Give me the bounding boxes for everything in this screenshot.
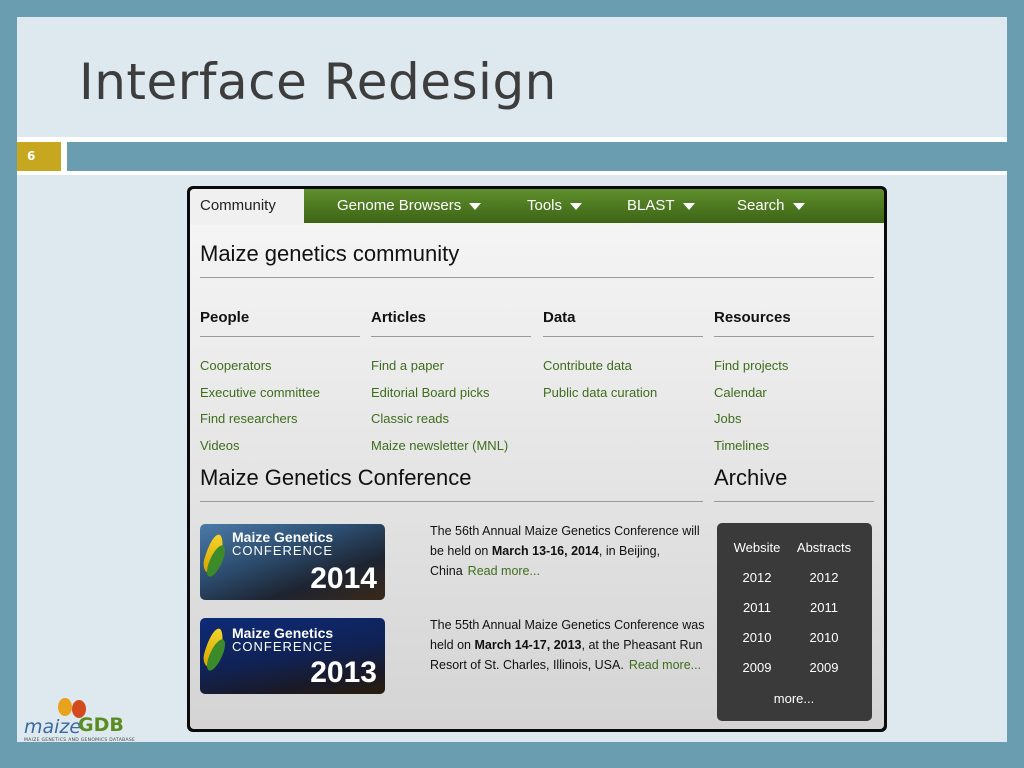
archive-col-website: Website xyxy=(733,540,781,555)
tab-label: BLAST xyxy=(627,197,675,214)
banner-year: 2013 xyxy=(310,656,377,689)
link-contribute-data[interactable]: Contribute data xyxy=(543,358,632,373)
column-title-people: People xyxy=(200,309,250,326)
tab-label: Search xyxy=(737,197,785,214)
heading-rule xyxy=(200,277,874,278)
header-band xyxy=(17,142,1007,171)
banner-brand-sub: CONFERENCE xyxy=(232,639,334,654)
archive-abstracts-2011[interactable]: 2011 xyxy=(789,600,859,615)
link-calendar[interactable]: Calendar xyxy=(714,385,767,400)
link-maize-newsletter[interactable]: Maize newsletter (MNL) xyxy=(371,438,508,453)
column-title-articles: Articles xyxy=(371,309,427,326)
slide-number-gap xyxy=(61,142,67,171)
conference-2014-text: The 56th Annual Maize Genetics Conferenc… xyxy=(430,521,705,581)
archive-website-2011[interactable]: 2011 xyxy=(722,600,792,615)
conference-rule xyxy=(200,501,703,502)
column-rule xyxy=(371,336,531,337)
link-videos[interactable]: Videos xyxy=(200,438,240,453)
blurb-dates: March 13-16, 2014 xyxy=(491,544,599,558)
tab-tools[interactable]: Tools xyxy=(527,189,583,223)
column-title-data: Data xyxy=(543,309,576,326)
screenshot-frame: Community Genome Browsers Tools BLAST Se… xyxy=(187,186,887,732)
link-find-projects[interactable]: Find projects xyxy=(714,358,788,373)
column-rule xyxy=(543,336,703,337)
archive-website-2012[interactable]: 2012 xyxy=(722,570,792,585)
tab-blast[interactable]: BLAST xyxy=(627,189,695,223)
link-public-data-curation[interactable]: Public data curation xyxy=(543,385,657,400)
logo-subtitle: MAIZE GENETICS AND GENOMICS DATABASE xyxy=(24,738,136,743)
logo-part1: maize xyxy=(24,716,82,738)
archive-box: Website Abstracts 2012 2012 2011 2011 20… xyxy=(717,523,872,721)
conference-heading: Maize Genetics Conference xyxy=(200,465,472,490)
archive-website-2010[interactable]: 2010 xyxy=(722,630,792,645)
link-cooperators[interactable]: Cooperators xyxy=(200,358,272,373)
banner-brand: Maize Genetics xyxy=(232,625,334,641)
top-nav: Community Genome Browsers Tools BLAST Se… xyxy=(190,189,884,225)
tab-label: Genome Browsers xyxy=(337,197,462,214)
link-editorial-board-picks[interactable]: Editorial Board picks xyxy=(371,385,490,400)
link-find-researchers[interactable]: Find researchers xyxy=(200,411,298,426)
conference-2013-banner[interactable]: Maize Genetics CONFERENCE 2013 xyxy=(200,618,385,694)
caret-down-icon xyxy=(570,202,583,210)
banner-brand: Maize Genetics xyxy=(232,529,334,545)
divider-bottom xyxy=(17,171,1007,175)
archive-abstracts-2012[interactable]: 2012 xyxy=(789,570,859,585)
link-executive-committee[interactable]: Executive committee xyxy=(200,385,320,400)
archive-more-link[interactable]: more... xyxy=(759,691,829,706)
banner-year: 2014 xyxy=(310,562,377,595)
column-title-resources: Resources xyxy=(714,309,791,326)
conference-2014-banner[interactable]: Maize Genetics CONFERENCE 2014 xyxy=(200,524,385,600)
link-classic-reads[interactable]: Classic reads xyxy=(371,411,449,426)
tab-genome-browsers[interactable]: Genome Browsers xyxy=(337,189,482,223)
archive-rule xyxy=(714,501,874,502)
maizegdb-community-page: Community Genome Browsers Tools BLAST Se… xyxy=(190,189,884,729)
slide-title: Interface Redesign xyxy=(79,53,557,111)
tab-search[interactable]: Search xyxy=(737,189,805,223)
tab-community[interactable]: Community xyxy=(190,189,304,225)
archive-heading: Archive xyxy=(714,465,788,490)
archive-abstracts-2010[interactable]: 2010 xyxy=(789,630,859,645)
conference-2013-text: The 55th Annual Maize Genetics Conferenc… xyxy=(430,615,705,675)
banner-brand-sub: CONFERENCE xyxy=(232,543,334,558)
caret-down-icon xyxy=(792,202,805,210)
archive-abstracts-2009[interactable]: 2009 xyxy=(789,660,859,675)
link-find-a-paper[interactable]: Find a paper xyxy=(371,358,444,373)
caret-down-icon xyxy=(682,202,695,210)
tab-label: Tools xyxy=(527,197,563,214)
column-rule xyxy=(714,336,874,337)
kernel-yellow-icon xyxy=(58,698,72,716)
page-heading: Maize genetics community xyxy=(200,241,460,266)
logo-part2: GDB xyxy=(78,714,124,736)
slide-number: 6 xyxy=(17,142,61,171)
link-timelines[interactable]: Timelines xyxy=(714,438,769,453)
column-rule xyxy=(200,336,360,337)
maizegdb-logo: maize GDB MAIZE GENETICS AND GENOMICS DA… xyxy=(22,698,136,746)
read-more-link[interactable]: Read more... xyxy=(468,564,540,578)
archive-col-abstracts: Abstracts xyxy=(796,540,852,555)
link-jobs[interactable]: Jobs xyxy=(714,411,741,426)
blurb-dates: March 14-17, 2013 xyxy=(474,638,582,652)
archive-website-2009[interactable]: 2009 xyxy=(722,660,792,675)
read-more-link[interactable]: Read more... xyxy=(629,658,701,672)
caret-down-icon xyxy=(469,202,482,210)
